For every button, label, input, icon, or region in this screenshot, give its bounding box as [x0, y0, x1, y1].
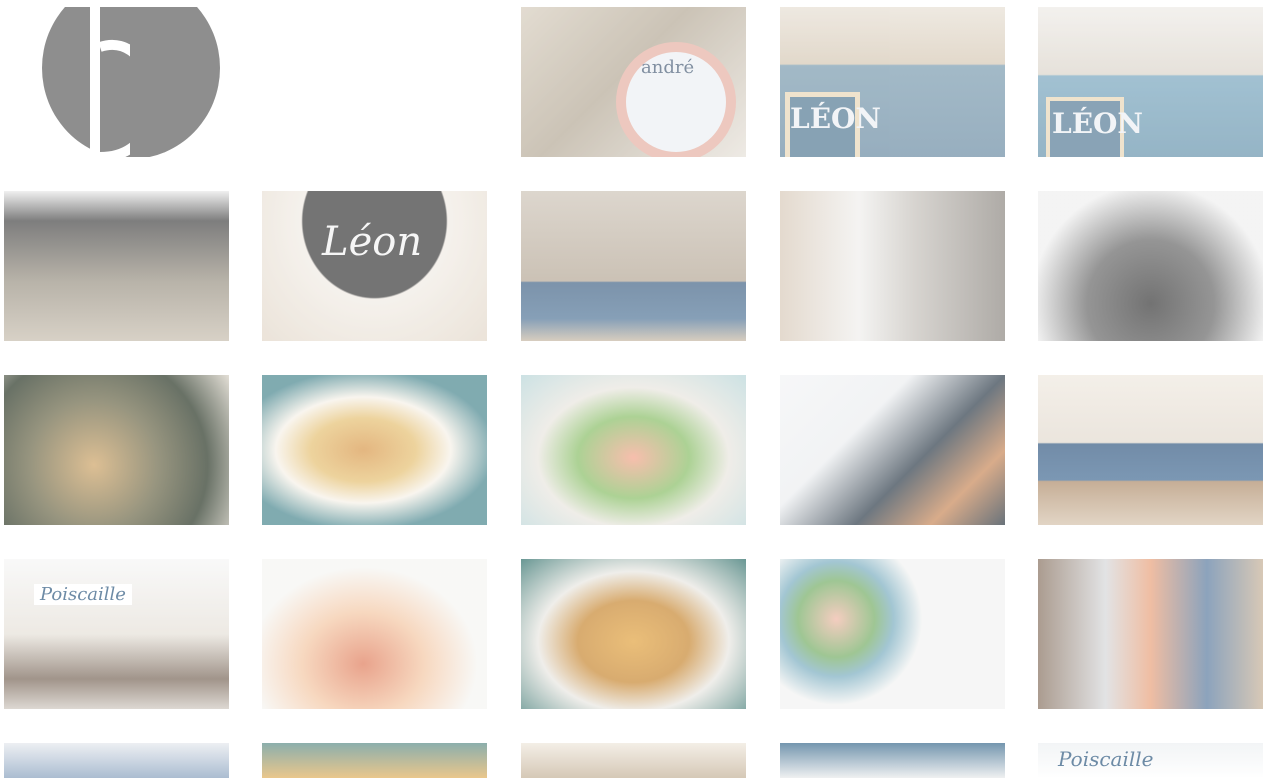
gallery-photo-poiscaille-bar[interactable]: Poiscaille [4, 559, 229, 709]
poiscaille-sign: Poiscaille [34, 584, 132, 605]
logo-letter-icon [90, 7, 130, 157]
gallery-photo-mussels[interactable] [1038, 191, 1263, 341]
gallery-photo-salad[interactable] [521, 375, 746, 525]
gallery-photo-lamp[interactable]: Léon [262, 191, 487, 341]
brand-logo[interactable] [42, 7, 220, 157]
gallery-photo-lobster[interactable] [262, 559, 487, 709]
gallery-photo-storefront[interactable] [780, 743, 1005, 778]
poiscaille-sign-2: Poiscaille [1058, 747, 1154, 771]
lamp-caption: Léon [322, 219, 423, 265]
bar-front-sign: LÉON [1052, 107, 1144, 140]
gallery-photo-bar-counter[interactable]: LÉON [780, 7, 1005, 157]
gallery-photo-seafood-pasta[interactable] [780, 375, 1005, 525]
gallery-photo-restaurant-interior[interactable] [1038, 559, 1263, 709]
gallery-photo-lights[interactable] [521, 743, 746, 778]
gallery-photo-awning[interactable] [4, 743, 229, 778]
gallery-photo-poiscaille-sign[interactable]: Poiscaille [1038, 743, 1263, 778]
gallery-photo-fish-chips[interactable] [521, 559, 746, 709]
gallery-photo-ceviche[interactable] [780, 559, 1005, 709]
gallery-photo-bar-front[interactable]: LÉON [1038, 7, 1263, 157]
gallery-photo-booths[interactable] [521, 191, 746, 341]
gallery-photo-flag[interactable]: andré [521, 7, 746, 157]
gallery-photo-pasta-mussels[interactable] [4, 375, 229, 525]
gallery-photo-fish-basket[interactable] [262, 743, 487, 778]
gallery-photo-dining-room[interactable] [4, 191, 229, 341]
photo-gallery: andré LÉON LÉON Léon Poiscaille Poiscail… [0, 0, 1268, 778]
flag-caption: andré [641, 57, 695, 78]
gallery-photo-bartender[interactable] [780, 191, 1005, 341]
logo-circle [42, 7, 220, 157]
bar-sign: LÉON [790, 102, 882, 135]
gallery-photo-blue-booth[interactable] [1038, 375, 1263, 525]
gallery-photo-fish-plate[interactable] [262, 375, 487, 525]
